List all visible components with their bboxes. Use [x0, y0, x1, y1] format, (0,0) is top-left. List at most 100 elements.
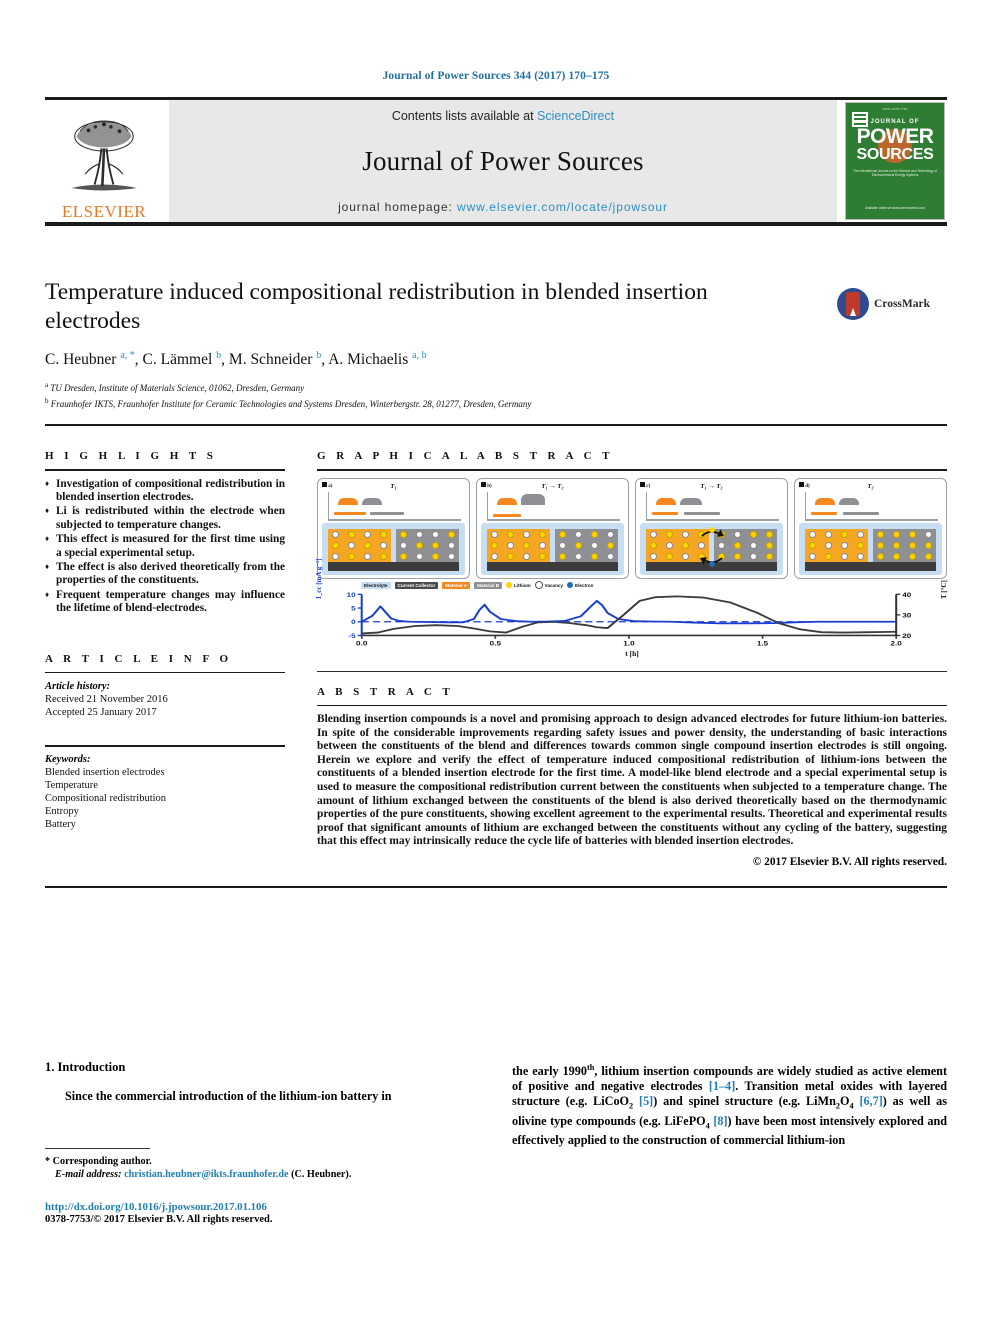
issn-line: 0378-7753/© 2017 Elsevier B.V. All right… — [45, 1214, 273, 1225]
ga-panel-d-condition: T₂ — [867, 482, 874, 490]
homepage-url[interactable]: www.elsevier.com/locate/jpowsour — [457, 200, 668, 214]
contents-line: Contents lists available at ScienceDirec… — [392, 109, 614, 123]
material-a-block — [487, 528, 550, 562]
current-collector-bar — [328, 561, 459, 571]
contents-prefix: Contents lists available at — [391, 109, 538, 123]
ga-panel-a-cell — [322, 522, 465, 575]
columns-bottom-rule — [45, 885, 947, 888]
elsevier-tree-icon — [71, 120, 137, 191]
masthead-center: Contents lists available at ScienceDirec… — [169, 100, 837, 222]
chart-xlabel: t [h] — [625, 648, 639, 658]
author-1: C. Lämmel b — [142, 350, 222, 369]
abstract-columns: H I G H L I G H T S Investigation of com… — [45, 450, 949, 888]
masthead-right: ISSN 0378-7753 JOURNAL OF POWER SOURCES … — [843, 100, 947, 222]
ga-panel-b-condition: T₁ → T₂ — [541, 482, 564, 490]
author-3: A. Michaelis a, b — [328, 350, 427, 369]
keyword-item: Temperature — [45, 779, 98, 791]
elsevier-logo: ELSEVIER — [45, 100, 163, 222]
homepage-line: journal homepage: www.elsevier.com/locat… — [338, 200, 668, 214]
ga-panel-c-cell — [640, 522, 783, 575]
section-heading-introduction: 1. Introduction — [45, 1060, 126, 1074]
abstract-divider — [317, 670, 947, 672]
article-history-label: Article history: — [45, 681, 111, 693]
ga-panel-a-condition: T₁ — [390, 482, 397, 490]
intro-left-column: 1. Introduction Since the commercial int… — [45, 1060, 480, 1225]
graphical-abstract-figure: a) T₁ b) T₁ → T₂ c) T₁ → T₂ d) T₂ Electr… — [315, 477, 949, 658]
keywords-rule — [45, 745, 285, 747]
svg-text:1.5: 1.5 — [757, 639, 768, 647]
intro-paragraph-right: the early 1990th, lithium insertion comp… — [512, 1063, 948, 1147]
email-link[interactable]: christian.heubner@ikts.fraunhofer.de — [124, 1169, 288, 1180]
keyword-item: Battery — [45, 818, 76, 830]
masthead-bottom-rule — [45, 222, 947, 226]
ga-panel-c-condition: T₁ → T₂ — [700, 482, 723, 490]
crossmark-icon — [837, 288, 869, 320]
graphical-abstract-rule — [317, 469, 947, 471]
keyword-item: Blended insertion electrodes — [45, 766, 165, 778]
highlights-list: Investigation of compositional redistrib… — [45, 477, 285, 616]
graphical-abstract-chart: Electrolyte Current Collector Material A… — [315, 558, 949, 658]
homepage-prefix: journal homepage: — [338, 200, 458, 214]
keyword-item: Compositional redistribution — [45, 792, 167, 804]
intro-paragraph-left: Since the commercial introduction of the… — [65, 1089, 392, 1103]
crossmark-badge[interactable]: CrossMark — [837, 284, 947, 324]
ga-panel-c: c) T₁ → T₂ — [635, 477, 788, 579]
intro-right-column: the early 1990th, lithium insertion comp… — [512, 1060, 947, 1225]
citation-5[interactable]: [5] — [639, 1094, 653, 1108]
chart-plot-area: 0.0 0.5 1.0 1.5 2.0 -5 0 5 10 20 30 40 — [347, 591, 912, 647]
cover-subtitle: The International Journal on the Science… — [853, 169, 937, 178]
highlights-heading: H I G H L I G H T S — [45, 450, 217, 462]
list-item: Investigation of compositional redistrib… — [45, 477, 285, 505]
chart-legend: Electrolyte Current Collector Material A… — [361, 581, 937, 590]
graphical-abstract-panels: a) T₁ b) T₁ → T₂ c) T₁ → T₂ d) T₂ — [317, 477, 947, 579]
material-b-block — [873, 528, 936, 562]
highlights-rule — [45, 469, 285, 471]
chart-ylabel: I_cc [mA g⁻¹] — [315, 558, 323, 599]
crossmark-label: CrossMark — [874, 298, 931, 310]
svg-text:5: 5 — [351, 604, 356, 612]
svg-text:20: 20 — [902, 631, 911, 639]
keyword-item: Entropy — [45, 805, 79, 817]
list-item: Frequent temperature changes may influen… — [45, 588, 285, 616]
keywords-block: Keywords: Blended insertion electrodes T… — [45, 753, 285, 831]
current-collector-bar — [487, 561, 618, 571]
keywords-label: Keywords: — [45, 753, 91, 765]
material-b-block — [396, 528, 459, 562]
citation-6-7[interactable]: [6,7] — [859, 1094, 882, 1108]
abstract-text: Blending insertion compounds is a novel … — [317, 713, 947, 848]
footnote-block: * Corresponding author. E-mail address: … — [45, 1155, 480, 1181]
legend-electron: Electron — [567, 582, 593, 588]
author-1-marks: b — [216, 350, 222, 361]
svg-text:-5: -5 — [348, 631, 355, 639]
right-column: G R A P H I C A L A B S T R A C T a) T₁ — [315, 450, 949, 868]
current-collector-bar — [805, 561, 936, 571]
legend-electrolyte: Electrolyte — [361, 581, 391, 589]
abstract-copyright: © 2017 Elsevier B.V. All rights reserved… — [752, 855, 947, 868]
chart-y2label: T [°C] — [940, 579, 949, 599]
svg-text:0.0: 0.0 — [356, 639, 367, 647]
svg-text:0.5: 0.5 — [490, 639, 501, 647]
email-label: E-mail address: — [55, 1169, 122, 1180]
citation-1-4[interactable]: [1–4] — [709, 1079, 735, 1093]
svg-text:30: 30 — [902, 611, 911, 619]
ga-panel-c-minichart: T₁ → T₂ — [640, 483, 783, 523]
ga-panel-d-minichart: T₂ — [799, 483, 942, 523]
svg-text:10: 10 — [347, 591, 356, 599]
corresponding-author-note: * Corresponding author. — [45, 1156, 152, 1167]
title-bottom-rule — [45, 424, 947, 427]
svg-text:0: 0 — [351, 617, 356, 625]
citation-8[interactable]: [8] — [713, 1114, 727, 1128]
sciencedirect-link[interactable]: ScienceDirect — [537, 109, 614, 123]
left-column: H I G H L I G H T S Investigation of com… — [45, 450, 285, 868]
ga-panel-b-cell — [481, 522, 624, 575]
list-item: This effect is measured for the first ti… — [45, 532, 285, 560]
doi-link[interactable]: http://dx.doi.org/10.1016/j.jpowsour.201… — [45, 1201, 480, 1213]
abstract-heading: A B S T R A C T — [317, 685, 454, 698]
accepted-date: Accepted 25 January 2017 — [45, 707, 157, 719]
material-a-block — [328, 528, 391, 562]
article-info-rule — [45, 671, 285, 674]
ga-panel-a: a) T₁ — [317, 477, 470, 579]
legend-lithium: Lithium — [506, 582, 531, 588]
ga-panel-b-minichart: T₁ → T₂ — [481, 483, 624, 523]
author-0-marks: a, * — [120, 350, 135, 361]
